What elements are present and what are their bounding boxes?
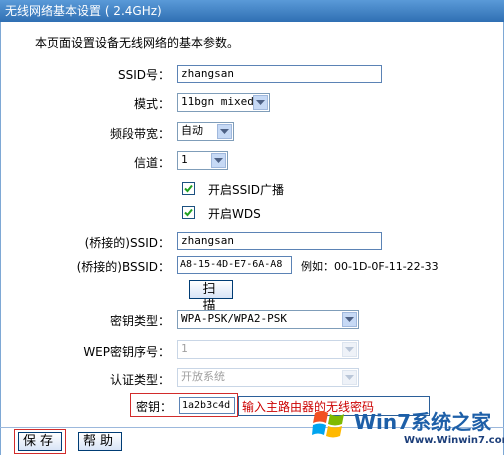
chevron-down-icon[interactable] <box>217 124 232 139</box>
mode-select-value: 11bgn mixed <box>181 95 254 108</box>
page-title: 无线网络基本设置 ( 2.4GHz) <box>0 0 504 22</box>
ssid-input[interactable]: zhangsan <box>177 65 382 83</box>
bridge-bssid-label: (桥接的)BSSID： <box>76 260 170 274</box>
auth-type-select-value: 开放系统 <box>181 370 225 383</box>
watermark-brand: Win7系统之家 <box>354 410 492 434</box>
windows-logo-icon <box>312 411 344 438</box>
ssid-broadcast-label: 开启SSID广播 <box>208 183 285 197</box>
bridge-ssid-input[interactable]: zhangsan <box>177 232 382 250</box>
auth-type-select: 开放系统 <box>177 368 359 387</box>
bridge-bssid-input[interactable]: A8-15-4D-E7-6A-A8 <box>177 256 292 274</box>
auth-type-label: 认证类型： <box>109 373 170 387</box>
chevron-down-icon <box>342 370 357 385</box>
key-type-select-value: WPA-PSK/WPA2-PSK <box>181 312 287 325</box>
watermark: Win7系统之家 Www.Winwin7.com <box>312 404 504 454</box>
bssid-example-text: 例如：00-1D-0F-11-22-33 <box>301 260 439 273</box>
channel-select-value: 1 <box>181 153 188 166</box>
wds-checkbox[interactable] <box>182 206 195 219</box>
wep-index-select-value: 1 <box>181 342 188 355</box>
channel-select[interactable]: 1 <box>177 151 228 170</box>
chevron-down-icon <box>342 342 357 357</box>
bandwidth-label: 频段带宽： <box>109 127 170 141</box>
chevron-down-icon[interactable] <box>211 153 226 168</box>
key-input[interactable]: 1a2b3c4d <box>179 397 235 414</box>
mode-select[interactable]: 11bgn mixed <box>177 93 270 112</box>
ssid-broadcast-checkbox[interactable] <box>182 182 195 195</box>
bridge-ssid-label: (桥接的)SSID： <box>84 236 170 250</box>
checkmark-icon <box>184 184 193 193</box>
key-label: 密钥： <box>135 400 172 414</box>
mode-label: 模式： <box>133 97 170 111</box>
channel-label: 信道： <box>133 156 170 170</box>
ssid-label: SSID号： <box>117 68 170 82</box>
bandwidth-select-value: 自动 <box>181 124 203 137</box>
scan-button[interactable]: 扫 描 <box>189 280 233 314</box>
help-button[interactable]: 帮助 <box>78 432 122 451</box>
key-type-select[interactable]: WPA-PSK/WPA2-PSK <box>177 310 359 329</box>
save-button[interactable]: 保存 <box>18 432 62 451</box>
key-type-label: 密钥类型： <box>109 314 170 328</box>
chevron-down-icon[interactable] <box>253 95 268 110</box>
bandwidth-select[interactable]: 自动 <box>177 122 234 141</box>
wds-label: 开启WDS <box>208 207 261 221</box>
wep-index-select: 1 <box>177 340 359 359</box>
intro-text: 本页面设置设备无线网络的基本参数。 <box>35 36 240 50</box>
chevron-down-icon[interactable] <box>342 312 357 327</box>
watermark-url: Www.Winwin7.com <box>404 435 504 446</box>
wep-index-label: WEP密钥序号： <box>83 345 170 359</box>
checkmark-icon <box>184 208 193 217</box>
